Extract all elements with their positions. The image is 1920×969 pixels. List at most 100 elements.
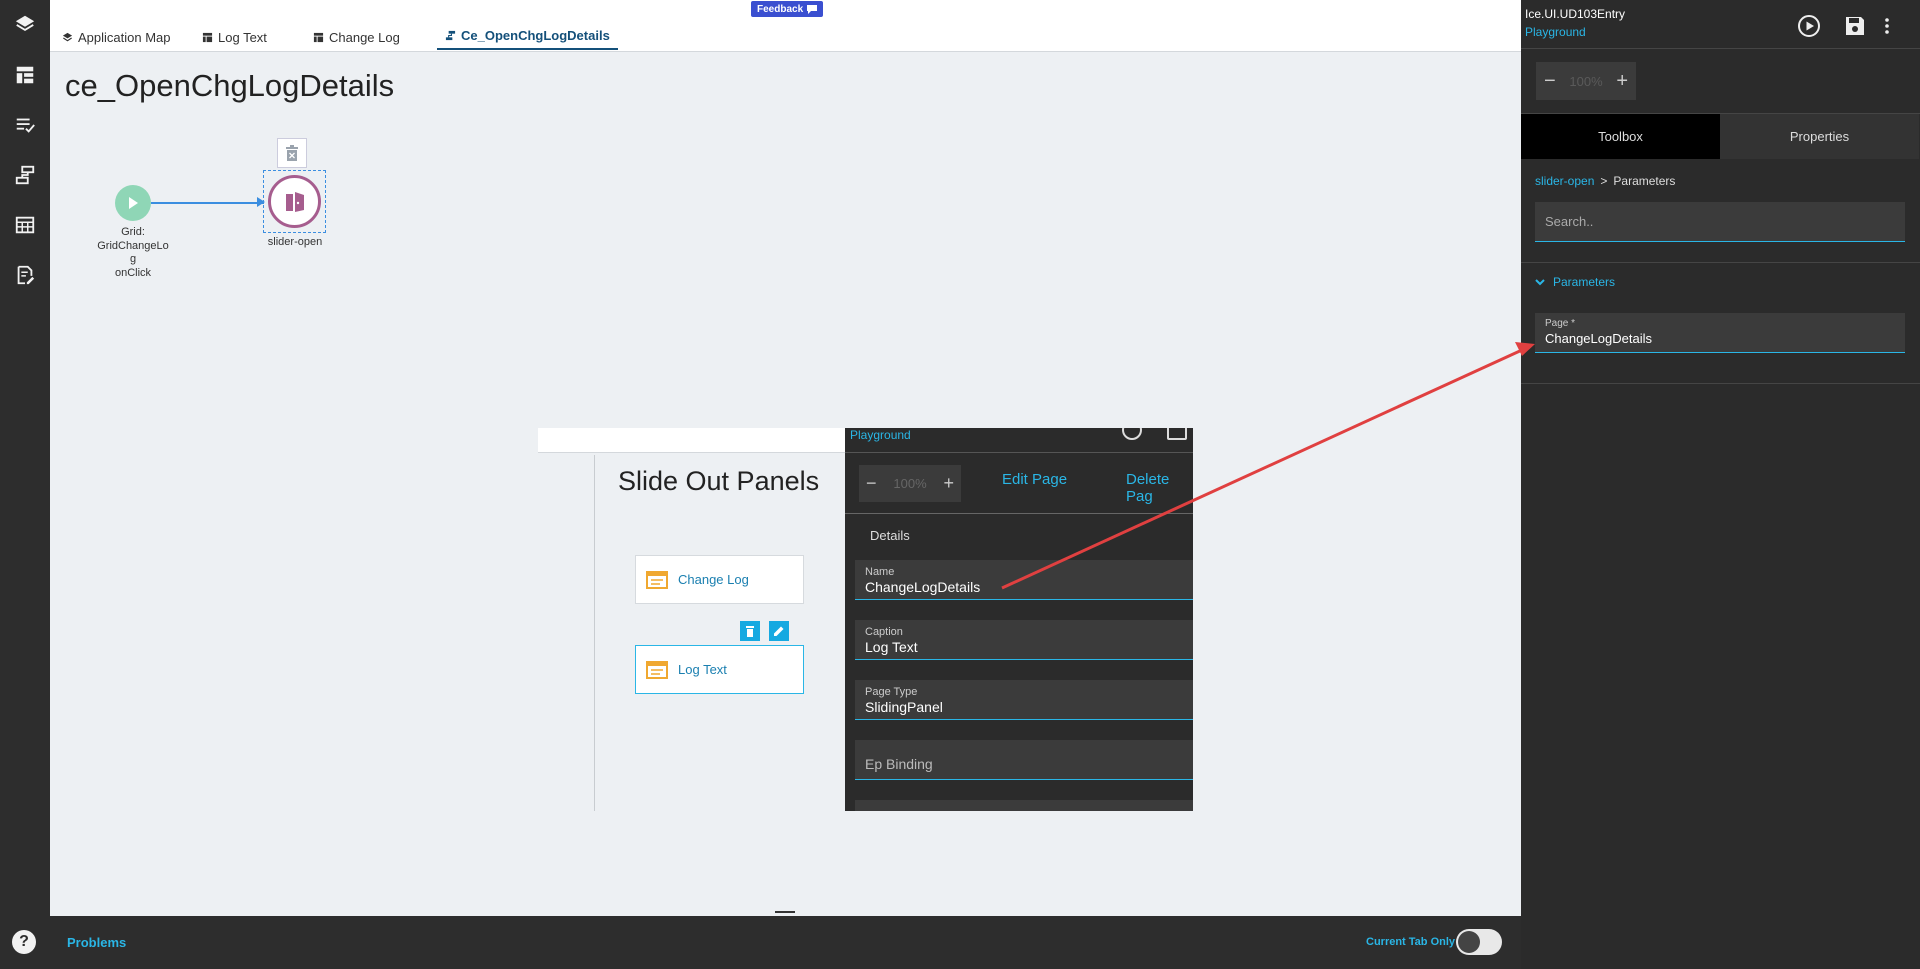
play-circle-icon xyxy=(1798,15,1820,37)
search-input[interactable]: Search.. xyxy=(1535,202,1905,242)
door-open-icon xyxy=(285,191,304,212)
field-value: Log Text xyxy=(865,639,918,655)
edit-card-button[interactable] xyxy=(769,621,789,641)
page-icon xyxy=(646,570,668,589)
pencil-icon xyxy=(774,626,784,636)
field-value: ChangeLogDetails xyxy=(865,579,981,595)
toggle-knob xyxy=(1458,931,1480,953)
divider xyxy=(1521,48,1920,49)
left-rail: ? xyxy=(0,0,50,969)
zoom-out-button[interactable]: − xyxy=(1544,70,1556,93)
panel-card-label: Change Log xyxy=(678,572,749,587)
doc-edit-icon[interactable] xyxy=(12,262,38,288)
zoom-control: − 100% + xyxy=(1536,62,1636,100)
resize-handle[interactable] xyxy=(775,911,795,913)
parameters-section-header[interactable]: Parameters xyxy=(1535,275,1615,289)
divider xyxy=(1521,383,1920,384)
app-name: Ice.UI.UD103Entry xyxy=(1525,7,1626,21)
tab-ce-openchglogdetails[interactable]: Ce_OpenChgLogDetails xyxy=(437,24,618,50)
current-tab-only-toggle[interactable] xyxy=(1456,929,1502,955)
field-value: ChangeLogDetails xyxy=(1545,331,1652,346)
tab-properties[interactable]: Properties xyxy=(1720,114,1919,159)
kebab-icon xyxy=(1885,18,1889,34)
current-tab-only-label: Current Tab Only xyxy=(1366,936,1456,948)
panel-card-change-log[interactable]: Change Log xyxy=(635,555,804,604)
start-node-label-line: GridChangeLo xyxy=(97,239,169,252)
tab-change-log[interactable]: Change Log xyxy=(313,24,400,50)
embedded-screenshot: Slide Out Panels Change Log Log Text Pla… xyxy=(538,428,1193,811)
tab-label: Log Text xyxy=(218,29,267,45)
breadcrumb-separator: > xyxy=(1600,174,1608,188)
zoom-control: − 100% + xyxy=(859,465,961,502)
layout-icon xyxy=(202,32,213,42)
chevron-down-icon xyxy=(1535,278,1545,285)
flow-connector xyxy=(151,202,264,204)
play-circle-icon[interactable] xyxy=(1122,428,1142,440)
start-node-label-line: onClick xyxy=(114,266,152,279)
ep-binding-field[interactable]: Ep Binding xyxy=(855,740,1193,780)
slider-open-node[interactable] xyxy=(268,175,321,228)
layout-icon xyxy=(313,32,324,42)
zoom-in-button[interactable]: + xyxy=(943,473,954,494)
tab-application-map[interactable]: Application Map xyxy=(62,24,171,50)
delete-node-button[interactable] xyxy=(277,138,307,168)
tab-toolbox[interactable]: Toolbox xyxy=(1521,114,1720,159)
page-type-field[interactable]: Page Type SlidingPanel xyxy=(855,680,1193,720)
start-node[interactable] xyxy=(115,185,151,221)
divider xyxy=(845,513,1193,514)
more-menu-button[interactable] xyxy=(1879,12,1895,40)
start-node-label: Grid: GridChangeLo g onClick xyxy=(88,226,178,280)
section-label: Parameters xyxy=(1553,275,1616,289)
trash-icon xyxy=(286,145,298,161)
page-field[interactable]: Page * ChangeLogDetails xyxy=(1535,313,1905,353)
name-field[interactable]: Name ChangeLogDetails xyxy=(855,560,1193,600)
layers-icon[interactable] xyxy=(12,11,38,37)
flow-icon[interactable] xyxy=(12,162,38,188)
field-label: Name xyxy=(865,566,895,578)
run-button[interactable] xyxy=(1795,12,1823,40)
embedded-properties-panel: Playground − 100% + Edit Page Delete Pag… xyxy=(845,428,1193,811)
page-title: ce_OpenChgLogDetails xyxy=(65,68,395,103)
page-icon xyxy=(646,660,668,679)
embedded-header xyxy=(538,428,845,453)
field-value: SlidingPanel xyxy=(865,699,943,715)
delete-page-link[interactable]: Delete Pag xyxy=(1126,471,1193,505)
panel-card-log-text[interactable]: Log Text xyxy=(635,645,804,694)
play-icon xyxy=(129,197,138,209)
breadcrumb-link[interactable]: slider-open xyxy=(1535,174,1594,188)
details-heading: Details xyxy=(870,528,910,543)
slider-open-node-label: slider-open xyxy=(267,236,323,248)
zoom-value: 100% xyxy=(893,476,927,491)
embedded-title: Slide Out Panels xyxy=(618,466,820,496)
feedback-button[interactable]: Feedback xyxy=(751,1,824,17)
save-button[interactable] xyxy=(1841,12,1869,40)
table-icon[interactable] xyxy=(12,212,38,238)
field-placeholder: Ep Binding xyxy=(865,756,933,772)
breadcrumb: slider-open > Parameters xyxy=(1535,174,1675,188)
feedback-label: Feedback xyxy=(757,3,804,15)
tab-log-text[interactable]: Log Text xyxy=(202,24,267,50)
problems-tab[interactable]: Problems xyxy=(67,935,126,950)
zoom-in-button[interactable]: + xyxy=(1616,70,1628,93)
zoom-value: 100% xyxy=(1569,73,1603,89)
caption-field[interactable]: Caption Log Text xyxy=(855,620,1193,660)
flow-icon xyxy=(445,30,456,40)
panel-card-label: Log Text xyxy=(678,662,727,677)
list-check-icon[interactable] xyxy=(12,112,38,138)
save-icon[interactable] xyxy=(1167,428,1187,440)
field-label: Page Type xyxy=(865,686,918,698)
divider xyxy=(845,452,1193,453)
breadcrumb-current: Parameters xyxy=(1613,174,1676,188)
right-panel: Ice.UI.UD103Entry Playground − 100% + To… xyxy=(1521,0,1920,969)
tab-label: Change Log xyxy=(329,29,400,45)
layers-icon xyxy=(62,32,73,41)
help-icon[interactable]: ? xyxy=(12,930,36,954)
delete-card-button[interactable] xyxy=(740,621,760,641)
env-label: Playground xyxy=(850,428,911,442)
chat-icon xyxy=(807,4,818,14)
start-node-label-line: g xyxy=(129,253,137,265)
edit-page-link[interactable]: Edit Page xyxy=(1002,471,1067,488)
problems-bar: Problems Current Tab Only xyxy=(50,916,1521,969)
layout-icon[interactable] xyxy=(12,62,38,88)
zoom-out-button[interactable]: − xyxy=(866,473,877,494)
